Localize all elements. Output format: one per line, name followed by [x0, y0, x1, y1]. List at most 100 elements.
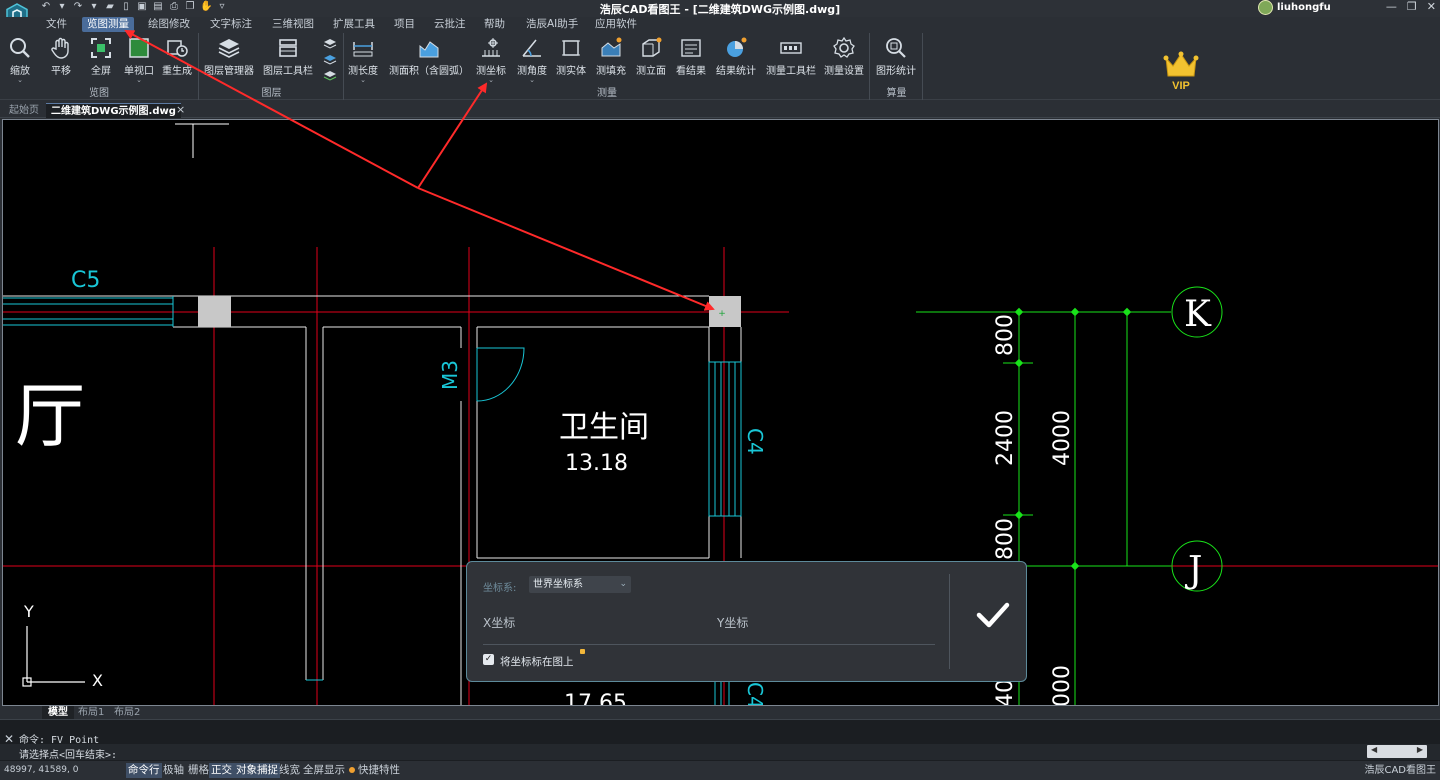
chevron-down-icon: ⌄ [17, 76, 23, 84]
layer-manager-label: 图层管理器 [204, 66, 254, 77]
label-room2-area: 17.65 [564, 691, 627, 706]
ribbon-group-label: 览图 [89, 88, 109, 99]
confirm-check-icon[interactable] [972, 597, 1014, 633]
mark-on-drawing-checkbox[interactable]: ✓ [483, 654, 494, 665]
toggle-fullscreen-display[interactable]: 全屏显示 [301, 763, 347, 778]
layout-tabs: 模型 布局1 布局2 [0, 706, 1440, 719]
measure-length-icon [353, 42, 373, 57]
toggle-object-snap[interactable]: 对象捕捉 [234, 763, 280, 778]
ribbon-group-quantity: 图形统计 算量 [871, 33, 923, 100]
vip-crown-icon[interactable]: VIP [1162, 50, 1200, 92]
measure-fill-button[interactable]: 测填充 [596, 36, 626, 77]
measure-elevation-label: 测立面 [636, 66, 666, 77]
view-results-label: 看结果 [676, 66, 706, 77]
shape-statistics-button[interactable]: 图形统计 [876, 36, 916, 77]
ucs-icon [22, 626, 85, 687]
layer-small-tools-icon[interactable] [323, 37, 337, 85]
chevron-down-icon: ⌄ [360, 76, 366, 84]
scroll-right-icon[interactable]: ▶ [1417, 745, 1423, 754]
pan-label: 平移 [51, 66, 71, 77]
pan-button[interactable]: 平移 [49, 36, 73, 77]
dim-2400: 2400 [993, 410, 1018, 466]
toggle-quick-properties[interactable]: 快捷特性 [347, 763, 402, 778]
x-coordinate-label: X坐标 [483, 616, 516, 630]
dim-4000: 4000 [1050, 410, 1075, 466]
vip-label: VIP [1172, 80, 1190, 92]
coordinate-dialog: 坐标系: 世界坐标系 ⌄ X坐标 Y坐标 ✓ 将坐标标在图上 [466, 561, 1027, 682]
layers-icon [218, 39, 240, 58]
window-controls: — ❐ ✕ [1386, 0, 1436, 13]
measure-area-icon [419, 41, 439, 58]
gear-icon [833, 36, 855, 58]
label-hall: 厅 [15, 375, 85, 457]
ribbon-group-label: 图层 [261, 88, 282, 99]
ucs-x-label: X [92, 671, 103, 690]
tab-layout1[interactable]: 布局1 [72, 706, 110, 719]
measure-length-label: 测长度 [348, 66, 378, 77]
measure-toolbar-button[interactable]: 测量工具栏 [766, 36, 816, 77]
measure-settings-button[interactable]: 测量设置 [824, 36, 864, 77]
tab-start-page[interactable]: 起始页 [4, 103, 44, 118]
tab-layout2[interactable]: 布局2 [108, 706, 146, 719]
dim-800-top: 800 [993, 314, 1018, 356]
menu-file[interactable]: 文件 [41, 17, 72, 32]
toggle-line-weight[interactable]: 线宽 [277, 763, 302, 778]
measure-elevation-button[interactable]: 测立面 [636, 36, 666, 77]
measure-coordinate-button[interactable]: 测坐标 ⌄ [476, 36, 506, 84]
tab-model[interactable]: 模型 [42, 706, 74, 719]
menu-extend-tools[interactable]: 扩展工具 [328, 17, 380, 32]
coordinate-system-value: 世界坐标系 [533, 579, 583, 590]
results-statistics-button[interactable]: 结果统计 [716, 36, 756, 77]
close-tab-icon[interactable]: × [176, 103, 185, 116]
coordinate-system-select[interactable]: 世界坐标系 ⌄ [529, 576, 631, 593]
close-icon[interactable]: ✕ [1427, 0, 1436, 13]
command-scrollbar[interactable]: ◀ ▶ [1367, 745, 1427, 758]
label-room: 卫生间 [559, 410, 649, 445]
menu-text-dimension[interactable]: 文字标注 [205, 17, 257, 32]
menu-project[interactable]: 项目 [389, 17, 420, 32]
measure-length-button[interactable]: 测长度 ⌄ [348, 36, 378, 84]
tab-dwg-file[interactable]: 二维建筑DWG示例图.dwg [46, 103, 181, 118]
toggle-command-line[interactable]: 命令行 [126, 763, 162, 778]
minimize-icon[interactable]: — [1386, 0, 1397, 13]
toggle-ortho[interactable]: 正交 [209, 763, 234, 778]
scroll-left-icon[interactable]: ◀ [1371, 745, 1377, 754]
command-prompt: 请选择点<回车结束>: [19, 750, 118, 761]
layer-toolbar-button[interactable]: 图层工具栏 [263, 36, 313, 77]
status-app-name: 浩辰CAD看图王 [1364, 765, 1436, 776]
measure-angle-button[interactable]: 测角度 ⌄ [517, 36, 547, 84]
regenerate-label: 重生成 [162, 66, 192, 77]
ribbon-group-label: 测量 [597, 88, 617, 99]
hand-icon [51, 37, 69, 59]
ribbon-group-measure: 测长度 ⌄ 测面积（含圆弧） 测坐标 ⌄ 测角度 ⌄ 测实体 测填充 测立面 看… [345, 33, 870, 100]
layer-manager-button[interactable]: 图层管理器 [204, 36, 254, 77]
menu-3d-view[interactable]: 三维视图 [267, 17, 319, 32]
document-tabs: 起始页 二维建筑DWG示例图.dwg × [0, 101, 1440, 118]
measure-area-label: 测面积（含圆弧） [389, 66, 469, 77]
toggle-grid[interactable]: 栅格 [186, 763, 211, 778]
fullscreen-label: 全屏 [91, 66, 111, 77]
menu-help[interactable]: 帮助 [479, 17, 510, 32]
view-results-button[interactable]: 看结果 [676, 36, 706, 77]
command-input[interactable]: 请选择点<回车结束>: [0, 744, 1440, 761]
user-account[interactable]: liuhongfu [1258, 0, 1331, 15]
menu-cloud-annotation[interactable]: 云批注 [429, 17, 471, 32]
regenerate-button[interactable]: 重生成 [162, 36, 192, 77]
restore-icon[interactable]: ❐ [1407, 0, 1417, 13]
single-viewport-button[interactable]: 单视口 ⌄ [124, 36, 154, 84]
mark-on-drawing-label: 将坐标标在图上 [500, 656, 574, 668]
menu-ai-assistant[interactable]: 浩辰AI助手 [521, 17, 583, 32]
measure-entity-button[interactable]: 测实体 [556, 36, 586, 77]
measure-coordinate-icon [482, 38, 500, 57]
menu-app-software[interactable]: 应用软件 [590, 17, 642, 32]
menu-bar: 文件 览图测量 绘图修改 文字标注 三维视图 扩展工具 项目 云批注 帮助 浩辰… [0, 17, 1440, 32]
fullscreen-icon [91, 38, 111, 58]
zoom-button[interactable]: 缩放 ⌄ [8, 36, 32, 84]
menu-view-measure[interactable]: 览图测量 [82, 17, 134, 32]
cursor-coordinates: 48997, 41589, 0 [4, 765, 79, 775]
fullscreen-button[interactable]: 全屏 [89, 36, 113, 77]
menu-draw-modify[interactable]: 绘图修改 [143, 17, 195, 32]
status-dot-icon [349, 767, 355, 773]
toggle-polar[interactable]: 极轴 [161, 763, 186, 778]
measure-area-button[interactable]: 测面积（含圆弧） [389, 36, 469, 77]
